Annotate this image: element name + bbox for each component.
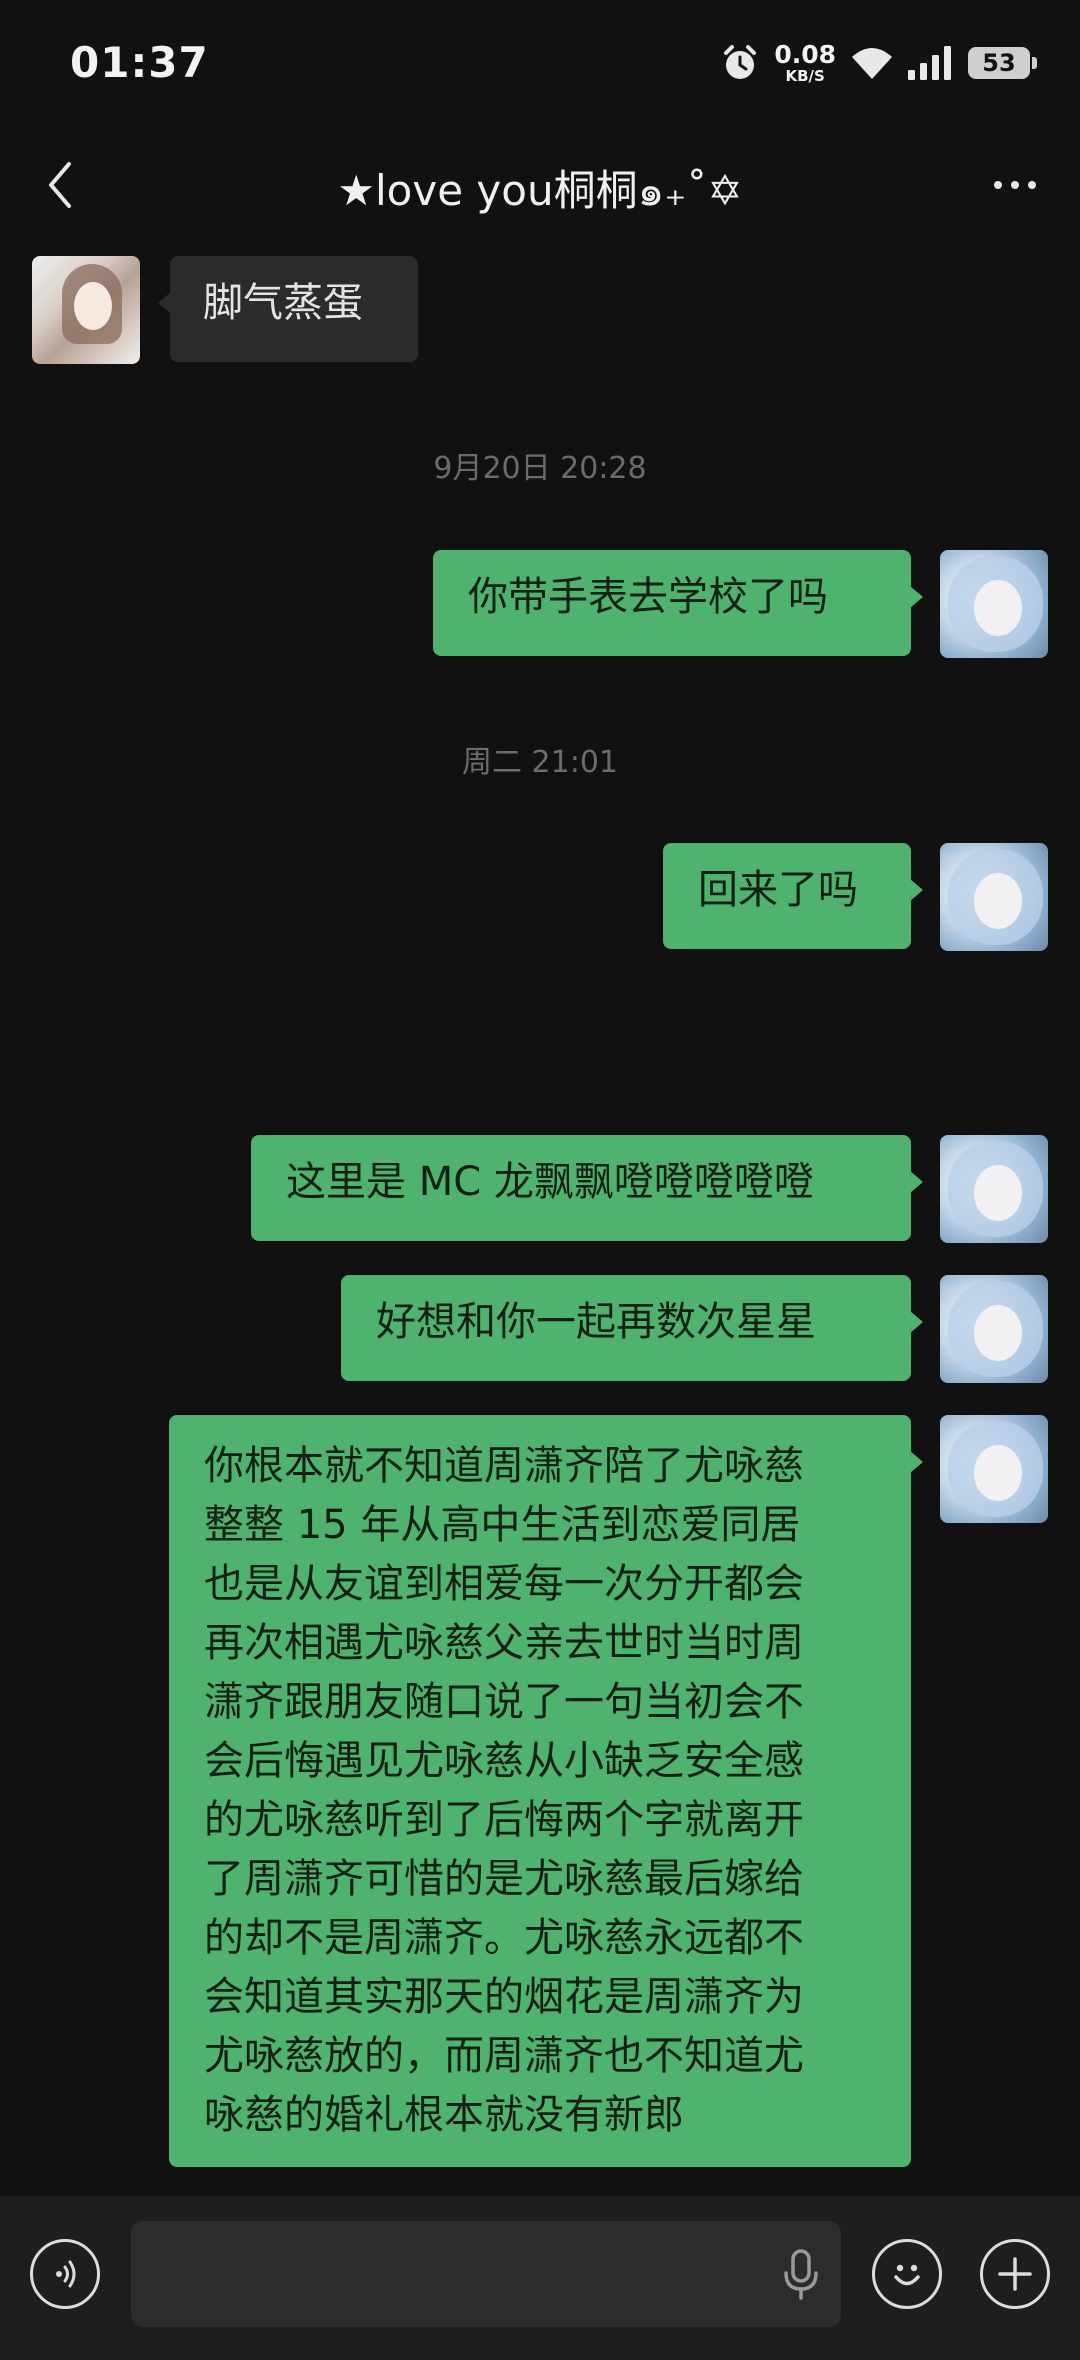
message-line: 你根本就不知道周潇齐陪了尤咏慈 bbox=[204, 1443, 804, 1489]
plus-icon bbox=[998, 2257, 1032, 2291]
network-speed: 0.08 KB/S bbox=[774, 42, 836, 84]
emoji-icon bbox=[894, 2264, 920, 2286]
message-timestamp: 9月20日 20:28 bbox=[433, 451, 647, 486]
message-line: 潇齐跟朋友随口说了一句当初会不 bbox=[204, 1679, 804, 1725]
message-input[interactable] bbox=[131, 2221, 841, 2327]
self-avatar[interactable] bbox=[940, 1135, 1048, 1243]
network-speed-unit: KB/S bbox=[785, 67, 825, 85]
emoji-button[interactable] bbox=[872, 2239, 942, 2309]
message-line: 会知道其实那天的烟花是周潇齐为 bbox=[204, 1974, 804, 2020]
back-arrow-icon bbox=[49, 162, 71, 208]
microphone-icon[interactable] bbox=[781, 2247, 821, 2302]
more-button[interactable] bbox=[980, 155, 1050, 215]
contact-avatar[interactable] bbox=[32, 256, 140, 364]
message-bubble-sent[interactable]: 你带手表去学校了吗 bbox=[433, 550, 923, 656]
message-line: 再次相遇尤咏慈父亲去世时当时周 bbox=[204, 1620, 804, 1666]
chat-header: ★love you桐桐๑₊˚✡ bbox=[0, 125, 1080, 245]
status-icons: 0.08 KB/S 53 bbox=[720, 38, 1037, 88]
network-speed-value: 0.08 bbox=[774, 40, 836, 69]
self-avatar[interactable] bbox=[940, 843, 1048, 951]
back-button[interactable] bbox=[30, 155, 90, 215]
more-icon bbox=[994, 181, 1002, 189]
message-line: 了周潇齐可惜的是尤咏慈最后嫁给 bbox=[204, 1856, 804, 1902]
message-line: 也是从友谊到相爱每一次分开都会 bbox=[204, 1561, 804, 1607]
message-bubble-sent[interactable]: 这里是 MC 龙飘飘噔噔噔噔噔 bbox=[251, 1135, 923, 1241]
message-bubble-sent[interactable]: 好想和你一起再数次星星 bbox=[341, 1275, 923, 1381]
voice-icon bbox=[56, 2260, 76, 2288]
message-bubble-sent-long[interactable]: 你根本就不知道周潇齐陪了尤咏慈 整整 15 年从高中生活到恋爱同居 也是从友谊到… bbox=[169, 1415, 923, 2167]
message-bubble-received[interactable]: 脚气蒸蛋 bbox=[158, 256, 418, 362]
message-bubble-sent[interactable]: 回来了吗 bbox=[663, 843, 923, 949]
status-time: 01:37 bbox=[70, 38, 209, 87]
alarm-icon bbox=[724, 45, 757, 79]
message-line: 整整 15 年从高中生活到恋爱同居 bbox=[204, 1502, 801, 1548]
status-bar: 01:37 0.08 KB/S 53 bbox=[0, 0, 1080, 125]
message-line: 的尤咏慈听到了后悔两个字就离开 bbox=[204, 1797, 804, 1843]
signal-icon bbox=[908, 46, 951, 80]
self-avatar[interactable] bbox=[940, 1415, 1048, 1523]
battery-indicator: 53 bbox=[968, 47, 1037, 79]
battery-level: 53 bbox=[982, 49, 1016, 77]
more-functions-button[interactable] bbox=[980, 2239, 1050, 2309]
voice-toggle-button[interactable] bbox=[30, 2239, 100, 2309]
input-bar bbox=[0, 2196, 1080, 2360]
message-line: 会后悔遇见尤咏慈从小缺乏安全感 bbox=[204, 1738, 804, 1784]
self-avatar[interactable] bbox=[940, 550, 1048, 658]
message-line: 尤咏慈放的，而周潇齐也不知道尤 bbox=[204, 2033, 804, 2079]
self-avatar[interactable] bbox=[940, 1275, 1048, 1383]
wifi-icon bbox=[852, 48, 892, 79]
message-line: 的却不是周潇齐。尤咏慈永远都不 bbox=[204, 1915, 804, 1961]
message-timestamp: 周二 21:01 bbox=[462, 745, 618, 780]
message-line: 咏慈的婚礼根本就没有新郎 bbox=[204, 2092, 684, 2138]
chat-title: ★love you桐桐๑₊˚✡ bbox=[337, 166, 743, 215]
